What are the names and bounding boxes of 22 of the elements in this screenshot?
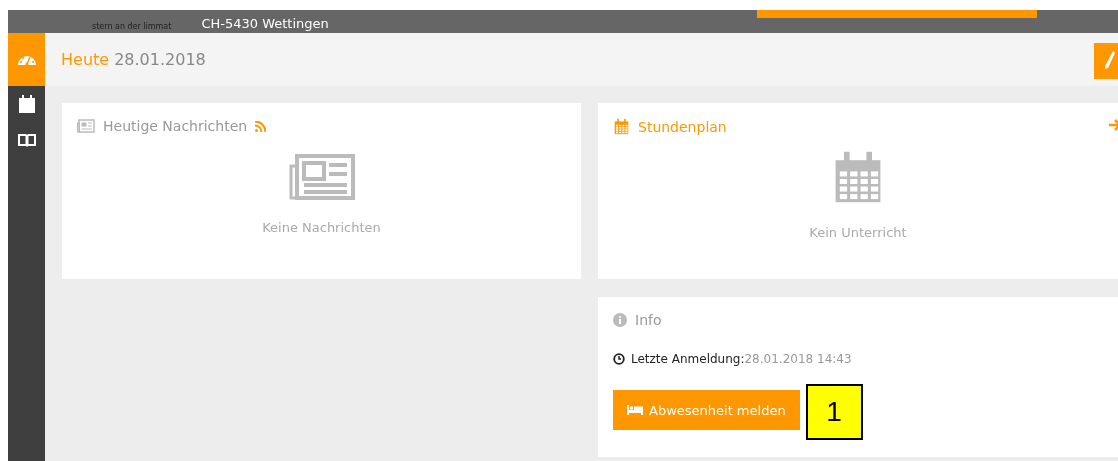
newspaper-icon [288,153,355,200]
calendar-icon [16,94,37,114]
school-address: CH-5430 Wettingen [201,16,329,33]
bed-icon [627,405,643,415]
last-login-value: 28.01.2018 14:43 [744,352,852,366]
last-login-label: Letzte Anmeldung: [631,352,745,366]
empty-message: Kein Unterricht [809,225,907,240]
arrow-right-icon[interactable] [1108,118,1118,132]
annotation-callout: 1 [805,384,863,440]
report-absence-button[interactable]: Abwesenheit melden [613,390,800,430]
info-icon [613,313,627,327]
calendar-icon [613,118,630,135]
page-date: 28.01.2018 [114,50,206,69]
empty-message: Keine Nachrichten [262,219,381,235]
rss-icon[interactable] [255,120,267,132]
newspaper-icon [77,119,95,133]
clock-icon [613,353,625,365]
card-title: Heutige Nachrichten [103,118,248,134]
pencil-icon [1104,49,1116,70]
card-title: Info [635,312,662,328]
card-title[interactable]: Stundenplan [638,118,727,135]
page-title: Heute [61,50,110,69]
